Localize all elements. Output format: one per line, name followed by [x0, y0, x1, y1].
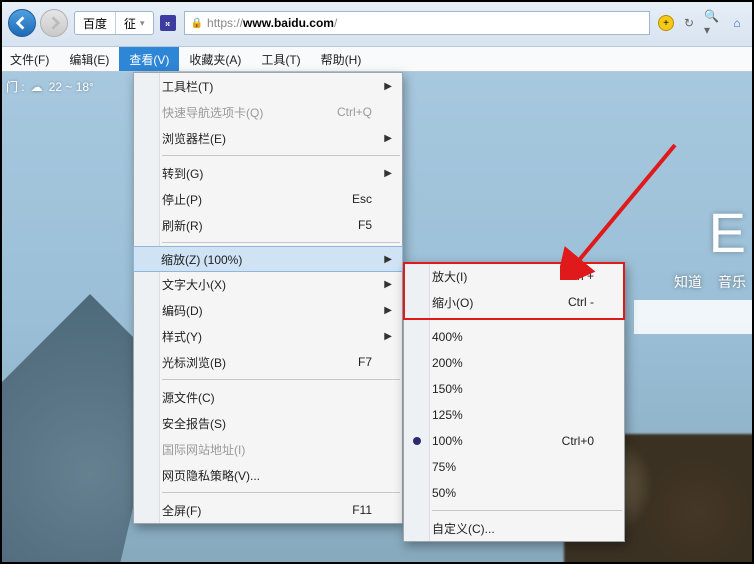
- zoom-custom[interactable]: 自定义(C)...: [404, 515, 624, 541]
- menu-goto[interactable]: 转到(G)▶: [134, 160, 402, 186]
- lock-icon: 🔒: [191, 18, 203, 29]
- menu-stop[interactable]: 停止(P)Esc: [134, 186, 402, 212]
- zoom-200[interactable]: 200%: [404, 350, 624, 376]
- menu-edit[interactable]: 编辑(E): [59, 47, 119, 71]
- url-path: /: [334, 16, 337, 30]
- zoom-out[interactable]: 缩小(O)Ctrl -: [404, 289, 624, 315]
- tab-label: 百度: [83, 15, 107, 32]
- tab-baidu[interactable]: 百度: [75, 12, 116, 34]
- view-dropdown: 工具栏(T)▶ 快速导航选项卡(Q)Ctrl+Q 浏览器栏(E)▶ 转到(G)▶…: [133, 72, 403, 524]
- weather-widget[interactable]: 门 : ☁ 22 ~ 18°: [6, 78, 94, 95]
- menu-explorer-bars[interactable]: 浏览器栏(E)▶: [134, 125, 402, 151]
- menu-toolbars[interactable]: 工具栏(T)▶: [134, 73, 402, 99]
- submenu-arrow-icon: ▶: [384, 81, 392, 92]
- menu-refresh[interactable]: 刷新(R)F5: [134, 212, 402, 238]
- zoom-150[interactable]: 150%: [404, 376, 624, 402]
- url-host: www.baidu.com: [243, 16, 334, 30]
- weather-temp: 22 ~ 18°: [49, 80, 94, 94]
- menu-intl-address: 国际网站地址(I): [134, 436, 402, 462]
- menu-style[interactable]: 样式(Y)▶: [134, 323, 402, 349]
- top-nav-links: 知道 音乐: [674, 272, 746, 292]
- menu-quicktabs: 快速导航选项卡(Q)Ctrl+Q: [134, 99, 402, 125]
- menu-security-report[interactable]: 安全报告(S): [134, 410, 402, 436]
- link-music[interactable]: 音乐: [718, 272, 746, 292]
- submenu-arrow-icon: ▶: [384, 168, 392, 179]
- address-bar[interactable]: 🔒 https://www.baidu.com/: [184, 11, 650, 35]
- menu-encoding[interactable]: 编码(D)▶: [134, 297, 402, 323]
- link-zhidao[interactable]: 知道: [674, 272, 702, 292]
- url-scheme: https://: [207, 16, 243, 30]
- search-dropdown-icon[interactable]: 🔍▾: [704, 14, 722, 32]
- tab-strip: 百度 征▾: [74, 11, 154, 35]
- zoom-400[interactable]: 400%: [404, 324, 624, 350]
- zoom-100[interactable]: 100%Ctrl+0: [404, 428, 624, 454]
- menu-source[interactable]: 源文件(C): [134, 384, 402, 410]
- zoom-125[interactable]: 125%: [404, 402, 624, 428]
- menu-bar: 文件(F) 编辑(E) 查看(V) 收藏夹(A) 工具(T) 帮助(H): [0, 46, 754, 72]
- zoom-submenu: 放大(I)Ctrl + 缩小(O)Ctrl - 400% 200% 150% 1…: [403, 262, 625, 542]
- baidu-favicon: 𝄪: [160, 15, 176, 31]
- add-favorite-icon[interactable]: +: [658, 15, 674, 31]
- logo-initial: E: [709, 200, 746, 265]
- refresh-icon[interactable]: ↻: [680, 14, 698, 32]
- home-icon[interactable]: ⌂: [728, 14, 746, 32]
- back-button[interactable]: [8, 9, 36, 37]
- weather-location: 门 :: [6, 78, 25, 95]
- tab-zheng[interactable]: 征▾: [116, 12, 153, 34]
- submenu-arrow-icon: ▶: [384, 254, 392, 265]
- title-bar: 百度 征▾ 𝄪 🔒 https://www.baidu.com/ + ↻ 🔍▾ …: [0, 0, 754, 46]
- menu-file[interactable]: 文件(F): [0, 47, 59, 71]
- menu-tools[interactable]: 工具(T): [251, 47, 310, 71]
- menu-view[interactable]: 查看(V): [119, 47, 179, 71]
- search-box-fragment[interactable]: [634, 300, 754, 334]
- forward-button[interactable]: [40, 9, 68, 37]
- submenu-arrow-icon: ▶: [384, 305, 392, 316]
- weather-cloud-icon: ☁: [31, 80, 43, 94]
- zoom-75[interactable]: 75%: [404, 454, 624, 480]
- menu-zoom[interactable]: 缩放(Z) (100%)▶: [133, 246, 403, 272]
- menu-help[interactable]: 帮助(H): [311, 47, 372, 71]
- zoom-in[interactable]: 放大(I)Ctrl +: [404, 263, 624, 289]
- menu-privacy-policy[interactable]: 网页隐私策略(V)...: [134, 462, 402, 488]
- menu-text-size[interactable]: 文字大小(X)▶: [134, 271, 402, 297]
- submenu-arrow-icon: ▶: [384, 279, 392, 290]
- menu-favorites[interactable]: 收藏夹(A): [179, 47, 251, 71]
- submenu-arrow-icon: ▶: [384, 331, 392, 342]
- menu-caret-browsing[interactable]: 光标浏览(B)F7: [134, 349, 402, 375]
- tab-label: 征: [124, 15, 136, 32]
- submenu-arrow-icon: ▶: [384, 133, 392, 144]
- menu-fullscreen[interactable]: 全屏(F)F11: [134, 497, 402, 523]
- radio-selected-icon: [413, 437, 421, 445]
- zoom-50[interactable]: 50%: [404, 480, 624, 506]
